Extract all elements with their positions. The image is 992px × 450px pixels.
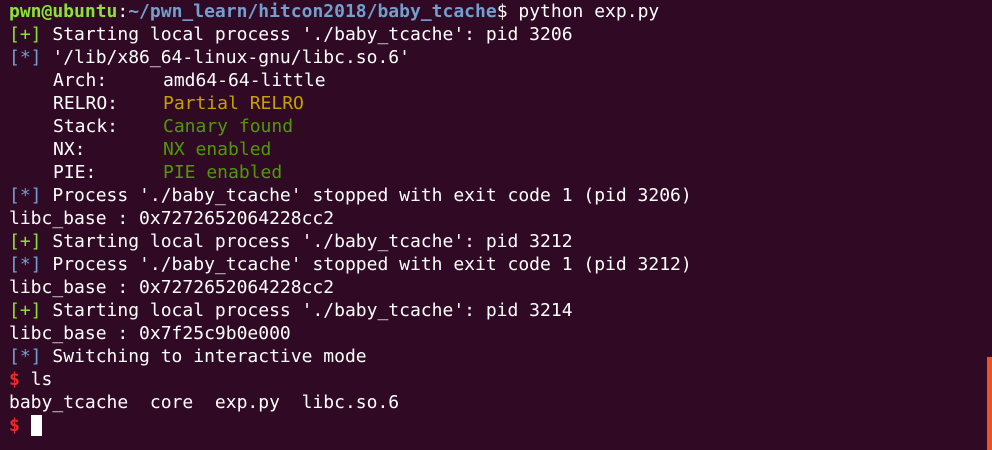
status-tag-plus: [+]: [9, 300, 42, 321]
checksec-value: PIE enabled: [163, 162, 283, 183]
shell-prompt-dollar: $: [9, 369, 20, 390]
shell-prompt-dollar: $: [9, 415, 20, 436]
prompt-command: $ python exp.py: [496, 1, 660, 22]
checksec-pie: PIE: PIE enabled: [9, 161, 992, 184]
checksec-stack: Stack: Canary found: [9, 115, 992, 138]
output-line: libc_base : 0x7272652064228cc2: [9, 277, 335, 298]
checksec-label: RELRO:: [53, 93, 119, 114]
output-line: [*] '/lib/x86_64-linux-gnu/libc.so.6': [9, 46, 992, 69]
checksec-arch: Arch: amd64-64-little: [9, 69, 992, 92]
status-tag-star: [*]: [9, 346, 42, 367]
output-line: [+] Starting local process './baby_tcach…: [9, 299, 992, 322]
checksec-relro: RELRO: Partial RELRO: [9, 92, 992, 115]
output-line: [+] Starting local process './baby_tcach…: [9, 23, 992, 46]
output-text: Process './baby_tcache' stopped with exi…: [41, 185, 692, 206]
output-line: libc_base : 0x7272652064228cc2: [9, 208, 335, 229]
checksec-value: amd64-64-little: [163, 70, 326, 91]
output-text: '/lib/x86_64-linux-gnu/libc.so.6': [41, 47, 410, 68]
checksec-label: Stack:: [53, 116, 119, 137]
prompt-path: ~/pwn_learn/hitcon2018/baby_tcache: [128, 1, 497, 22]
prompt-line: pwn@ubuntu:~/pwn_learn/hitcon2018/baby_t…: [9, 0, 992, 23]
shell-command-line: $ ls: [9, 368, 992, 391]
scrollbar-thumb[interactable]: [987, 357, 992, 450]
shell-input-line[interactable]: $: [9, 414, 992, 437]
output-line: [*] Process './baby_tcache' stopped with…: [9, 253, 992, 276]
checksec-label: NX:: [53, 139, 86, 160]
output-text: Starting local process './baby_tcache': …: [41, 24, 573, 45]
checksec-value: Partial RELRO: [163, 93, 304, 114]
status-tag-plus: [+]: [9, 24, 42, 45]
output-line: [+] Starting local process './baby_tcach…: [9, 230, 992, 253]
checksec-value: Canary found: [163, 116, 294, 137]
checksec-nx: NX: NX enabled: [9, 138, 992, 161]
checksec-value: NX enabled: [163, 139, 272, 160]
output-line: [*] Switching to interactive mode: [9, 345, 992, 368]
output-text: Process './baby_tcache' stopped with exi…: [41, 254, 692, 275]
status-tag-star: [*]: [9, 254, 42, 275]
prompt-separator: :: [117, 1, 129, 22]
checksec-label: PIE:: [53, 162, 97, 183]
output-line: libc_base : 0x7f25c9b0e000: [9, 323, 291, 344]
status-tag-star: [*]: [9, 47, 42, 68]
shell-command: ls: [19, 369, 53, 390]
text-cursor[interactable]: [30, 415, 42, 436]
checksec-label: Arch:: [53, 70, 108, 91]
terminal-window[interactable]: pwn@ubuntu:~/pwn_learn/hitcon2018/baby_t…: [0, 0, 992, 450]
output-text: Starting local process './baby_tcache': …: [41, 300, 573, 321]
status-tag-star: [*]: [9, 185, 42, 206]
prompt-user-host: pwn@ubuntu: [9, 1, 118, 22]
output-text: Starting local process './baby_tcache': …: [41, 231, 573, 252]
ls-output: baby_tcache core exp.py libc.so.6: [9, 392, 400, 413]
output-line: [*] Process './baby_tcache' stopped with…: [9, 184, 992, 207]
status-tag-plus: [+]: [9, 231, 42, 252]
output-text: Switching to interactive mode: [41, 346, 367, 367]
